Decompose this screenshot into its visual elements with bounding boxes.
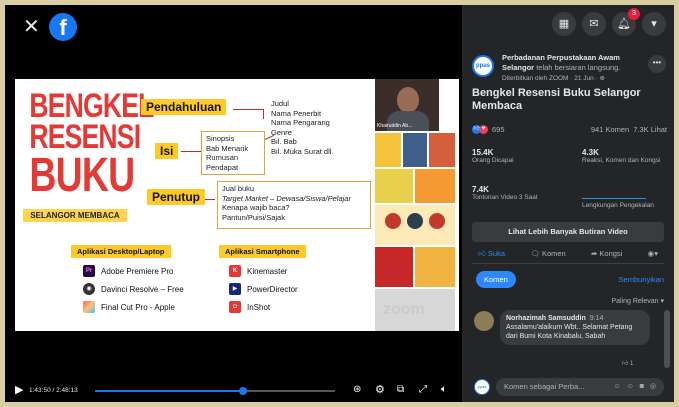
comments-scrollbar[interactable]	[664, 310, 670, 368]
app-powerdirector: ▶ PowerDirector	[229, 283, 298, 295]
stat-reach: 15.4K Orang Dicapai	[472, 148, 514, 165]
tag-penutup: Penutup	[147, 189, 205, 205]
seek-knob[interactable]	[239, 387, 248, 395]
app-premiere: Pr Adobe Premiere Pro	[83, 265, 173, 277]
zoom-watermark: zoom	[383, 301, 425, 318]
post-actions: 👍︎ Suka 🗨︎ Komen ➦ Kongsi ◉▾	[472, 245, 664, 264]
comment-tabs: Komen Sembunyikan	[472, 271, 664, 289]
header-icons: ▦ ✉ 🔔︎ 3 ▾	[552, 8, 666, 36]
commenter-name[interactable]: Norhazimah Samsuddin	[506, 315, 586, 322]
post-author: Perbadanan Perpustakaan Awam Selangor te…	[502, 53, 621, 72]
messenger-icon[interactable]: ✉	[582, 12, 606, 36]
retention-curve	[582, 187, 646, 199]
app-inshot: ◘ InShot	[229, 301, 270, 313]
inshot-icon: ◘	[229, 301, 241, 313]
post-sidebar: ▦ ✉ 🔔︎ 3 ▾ ppas Perbadanan Perpustakaan A…	[462, 5, 674, 402]
penutup-list: Jual buku Target Market – Dewasa/Siswa/P…	[217, 181, 371, 229]
caret-down-icon[interactable]: ▾	[642, 12, 666, 36]
app-davinci: ◉ Davinci Resolve – Free	[83, 283, 184, 295]
volume-icon[interactable]: 🔈︎	[441, 384, 447, 396]
reactions-row: 👍︎ ♥ 695 941 Komen 7.3K Lihat	[472, 125, 667, 134]
video-player[interactable]: ✕ f BENGKEL RESENSI BUKU SELANGOR MEMBAC…	[5, 5, 462, 402]
apps-grid-icon[interactable]: ▦	[552, 12, 576, 36]
view-count: 7.3K Lihat	[633, 125, 667, 134]
play-icon[interactable]: ▶	[15, 384, 23, 396]
like-button[interactable]: 👍︎ Suka	[478, 249, 505, 259]
arrow	[233, 109, 263, 110]
stat-engagement: 4.3K Reaksi, Komen dan Kongsi	[582, 148, 661, 165]
finalcut-icon	[83, 301, 95, 313]
reaction-count[interactable]: 695	[492, 125, 505, 134]
isi-list: Sinopsis Bab Menarik Rumusan Pendapat	[201, 131, 265, 175]
davinci-icon: ◉	[83, 283, 95, 295]
fullscreen-icon[interactable]: ⤢	[419, 384, 427, 396]
seek-bar[interactable]	[95, 387, 335, 395]
comment-like-count: 👍︎ 1	[622, 361, 634, 367]
captions-icon[interactable]: ⊛	[353, 384, 361, 396]
commenter-avatar[interactable]	[474, 311, 494, 331]
app-frame: ✕ f BENGKEL RESENSI BUKU SELANGOR MEMBAC…	[5, 5, 674, 402]
kinemaster-icon: K	[229, 265, 241, 277]
arrow	[181, 151, 201, 152]
arrow	[263, 109, 264, 119]
time-readout: 1:43:50 / 2:48:13	[29, 387, 78, 394]
stat-3s-views: 7.4K Tontonan Video 3 Saat	[472, 185, 538, 202]
comment-button[interactable]: 🗨︎ Komen	[530, 249, 565, 259]
audience-selector[interactable]: ◉▾	[648, 249, 658, 259]
seek-progress	[95, 390, 244, 392]
page-avatar[interactable]: ppas	[472, 55, 494, 77]
presentation-slide: BENGKEL RESENSI BUKU SELANGOR MEMBACA Pe…	[15, 79, 459, 331]
app-kinemaster: K Kinemaster	[229, 265, 287, 277]
phone-apps-heading: Aplikasi Smartphone	[219, 245, 306, 258]
app-finalcut: Final Cut Pro - Apple	[83, 301, 175, 313]
bell-icon[interactable]: 🔔︎ 3	[612, 8, 640, 36]
desktop-apps-heading: Aplikasi Desktop/Laptop	[71, 245, 171, 258]
comment-input[interactable]: Komen sebagai Perba... ☺ ☺ ◙ ◎	[496, 378, 664, 396]
hide-comments-link[interactable]: Sembunyikan	[619, 275, 664, 284]
picture-in-picture-icon[interactable]: ⧉	[397, 384, 404, 396]
settings-gear-icon[interactable]: ⚙	[375, 384, 385, 396]
more-video-details-button[interactable]: Lihat Lebih Banyak Butiran Video	[472, 222, 664, 242]
my-avatar: ppas	[474, 379, 490, 395]
notification-badge: 3	[628, 8, 640, 20]
composer-emoji-icons: ☺ ☺ ◙ ◎	[613, 383, 658, 390]
tag-pendahuluan: Pendahuluan	[141, 99, 227, 115]
powerdirector-icon: ▶	[229, 283, 241, 295]
love-reaction-icon: ♥	[479, 125, 488, 134]
comment-bubble: Norhazimah Samsuddin 9:14 Assalamu'alaiku…	[500, 310, 650, 345]
comment-composer: ppas Komen sebagai Perba... ☺ ☺ ◙ ◎	[470, 376, 666, 398]
close-icon[interactable]: ✕	[23, 17, 40, 37]
comment-sort-dropdown[interactable]: Paling Relevan ▾	[611, 297, 664, 305]
speaker-video: Khairuddin Ab...	[375, 79, 439, 131]
post-meta: Diterbitkan oleh ZOOM · 21 Jun · ⊕	[502, 75, 605, 82]
globe-icon: ⊕	[599, 75, 605, 82]
share-button[interactable]: ➦ Kongsi	[591, 249, 622, 259]
more-options-icon[interactable]: •••	[648, 55, 666, 73]
slide-subtitle: SELANGOR MEMBACA	[23, 209, 127, 222]
video-title: Bengkel Resensi Buku Selangor Membaca	[472, 87, 641, 112]
comment-text: Assalamu'alaikum Wbt.. Selamat Petang da…	[506, 324, 633, 340]
tag-isi: Isi	[155, 143, 179, 159]
arrow	[205, 199, 215, 200]
facebook-logo[interactable]: f	[49, 13, 77, 41]
slide-title: BENGKEL RESENSI BUKU	[29, 87, 154, 202]
comment-count[interactable]: 941 Komen	[591, 125, 629, 134]
premiere-icon: Pr	[83, 265, 95, 277]
stat-retention: Lengkungan Pengekalan	[582, 202, 654, 209]
pendahuluan-list: Judul Nama Penerbit Nama Pengarang Genre…	[267, 97, 379, 163]
tab-comments[interactable]: Komen	[476, 271, 516, 288]
player-controls: ▶ 1:43:50 / 2:48:13 ⊛ ⚙ ⧉ ⤢ 🔈︎	[5, 379, 462, 402]
